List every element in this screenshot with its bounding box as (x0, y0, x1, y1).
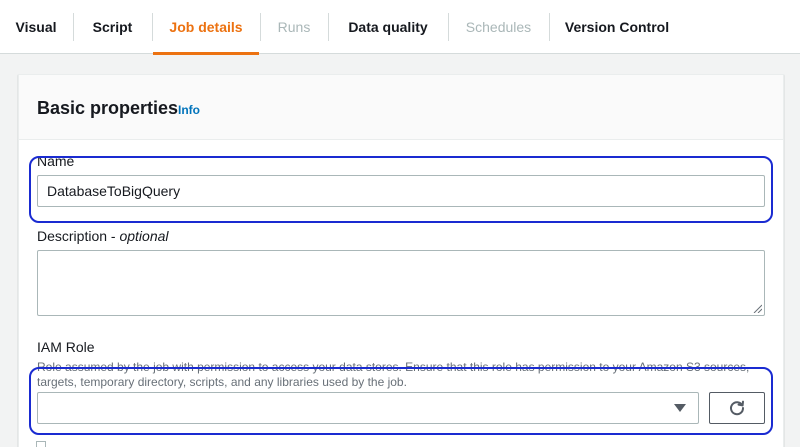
caret-down-icon (674, 404, 686, 412)
tab-job-details[interactable]: Job details (153, 0, 259, 55)
name-label: Name (37, 153, 75, 169)
description-textarea[interactable] (37, 250, 765, 316)
tab-data-quality[interactable]: Data quality (329, 0, 447, 54)
iam-role-help-text: Role assumed by the job with permission … (37, 360, 750, 374)
iam-role-help-text-2: targets, temporary directory, scripts, a… (37, 375, 407, 389)
panel-header: Basic properties Info (19, 75, 783, 140)
tab-runs: Runs (277, 19, 311, 35)
tab-visual[interactable]: Visual (0, 0, 72, 54)
iam-role-select[interactable] (37, 392, 699, 424)
panel-title: Basic properties (37, 98, 179, 118)
resize-grip-icon[interactable] (753, 304, 762, 313)
info-link[interactable]: Info (178, 103, 200, 117)
next-field-edge (36, 441, 46, 447)
iam-role-label: IAM Role (37, 339, 95, 355)
name-input[interactable] (37, 175, 765, 207)
refresh-icon (730, 400, 745, 416)
optional-tag: optional (119, 228, 169, 244)
refresh-roles-button[interactable] (709, 392, 765, 424)
tab-script[interactable]: Script (74, 0, 151, 54)
tab-schedules: Schedules (465, 19, 532, 35)
description-label: Description - optional (37, 228, 169, 244)
tab-bar: Visual Script Job details Runs Data qual… (0, 0, 800, 55)
tab-version-control[interactable]: Version Control (550, 0, 684, 54)
